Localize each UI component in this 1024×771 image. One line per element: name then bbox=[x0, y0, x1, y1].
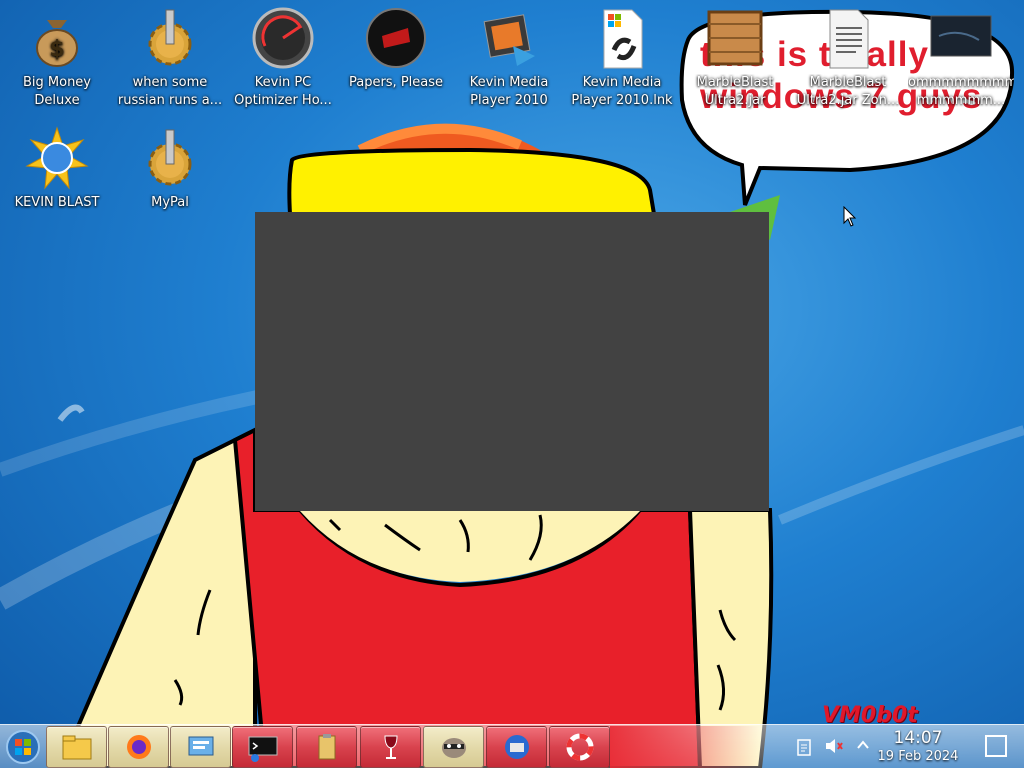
volume-muted-icon[interactable] bbox=[824, 737, 844, 755]
desktop-icon-label: Kevin PC Optimizer Ho... bbox=[234, 75, 332, 108]
desktop-icon-label: MyPal bbox=[151, 195, 189, 210]
desktop-icon-label: when some russian runs a... bbox=[117, 75, 223, 108]
globe-burst-icon bbox=[25, 126, 89, 190]
task-clipboard[interactable] bbox=[296, 726, 357, 768]
firefox-icon bbox=[127, 735, 151, 759]
speedometer-icon bbox=[252, 7, 314, 69]
shortcut-file-icon bbox=[603, 9, 643, 69]
task-lifebuoy[interactable] bbox=[549, 726, 610, 768]
lifebuoy-icon bbox=[566, 733, 594, 761]
image-thumbnail-icon bbox=[930, 15, 992, 57]
desktop-icon-label: Kevin Media Player 2010 bbox=[469, 75, 549, 108]
clipboard-tray-icon[interactable] bbox=[797, 738, 811, 756]
desktop-icon-label: Kevin Media Player 2010.lnk bbox=[571, 75, 673, 108]
desktop-icon-when-some-russian[interactable]: when some russian runs a... bbox=[117, 6, 223, 110]
show-desktop-icon[interactable] bbox=[985, 735, 1007, 757]
money-bag-icon: $ bbox=[36, 20, 78, 67]
task-highlight bbox=[610, 726, 760, 768]
task-wine[interactable] bbox=[360, 726, 421, 768]
desktop-icon-label: KEVIN BLAST bbox=[14, 195, 100, 210]
taskbar-clock[interactable]: 14:07 19 Feb 2024 bbox=[868, 729, 968, 765]
papers-please-icon bbox=[366, 8, 426, 68]
desktop-icon-papers-please[interactable]: Papers, Please bbox=[343, 6, 449, 92]
desktop-icon-big-money-deluxe[interactable]: $ Big Money Deluxe bbox=[4, 6, 110, 110]
desktop-icon-label: Big Money Deluxe bbox=[22, 75, 91, 108]
windows-orb-icon bbox=[6, 730, 40, 764]
svg-text:$: $ bbox=[49, 37, 64, 62]
task-thunderbird[interactable] bbox=[486, 726, 547, 768]
wine-glass-icon bbox=[384, 735, 398, 759]
clipboard-icon bbox=[318, 734, 336, 760]
desktop-icon-kevin-media-player[interactable]: Kevin Media Player 2010 bbox=[456, 6, 562, 110]
desktop-icon-kevin-blast[interactable]: KEVIN BLAST bbox=[4, 126, 110, 212]
terminal-icon bbox=[248, 736, 278, 762]
desktop-icon-label: MarbleBlast Ultra2.jar bbox=[696, 75, 774, 108]
task-terminal[interactable] bbox=[232, 726, 293, 768]
mouse-cursor-icon bbox=[843, 206, 857, 227]
desktop-icon-ommmm[interactable]: ommmmmmmm mmmmmm... bbox=[908, 6, 1014, 110]
clock-date: 19 Feb 2024 bbox=[877, 749, 959, 764]
desktop-icon-marbleblast-zone[interactable]: MarbleBlast Ultra2.jar Zon... bbox=[795, 6, 901, 110]
clock-time: 14:07 bbox=[893, 728, 943, 748]
file-explorer-icon bbox=[62, 735, 92, 760]
control-panel-icon bbox=[188, 736, 214, 756]
film-reel-icon bbox=[483, 14, 535, 66]
desktop-icon-kevin-pc-optimizer[interactable]: Kevin PC Optimizer Ho... bbox=[230, 6, 336, 110]
task-raccoon[interactable] bbox=[423, 726, 484, 768]
desktop-icon-marbleblast-jar[interactable]: MarbleBlast Ultra2.jar bbox=[682, 6, 788, 110]
task-control-panel[interactable] bbox=[170, 726, 231, 768]
gear-icon bbox=[148, 129, 192, 186]
desktop-icon-mypal[interactable]: MyPal bbox=[117, 126, 223, 212]
start-button[interactable] bbox=[4, 727, 42, 767]
redaction-box bbox=[255, 212, 769, 511]
desktop-icon-kevin-media-player-lnk[interactable]: Kevin Media Player 2010.lnk bbox=[569, 6, 675, 110]
thunderbird-icon bbox=[505, 735, 529, 759]
text-file-icon bbox=[829, 9, 869, 69]
wooden-crate-icon bbox=[707, 10, 763, 66]
desktop-icon-label: ommmmmmmm mmmmmm... bbox=[908, 75, 1014, 108]
task-firefox[interactable] bbox=[108, 726, 169, 768]
desktop-icon-label: Papers, Please bbox=[348, 75, 444, 90]
task-file-explorer[interactable] bbox=[46, 726, 107, 768]
desktop[interactable]: this is totally windows 7 guys $ Big Mon… bbox=[0, 0, 1024, 768]
desktop-icon-label: MarbleBlast Ultra2.jar Zon... bbox=[796, 75, 900, 108]
gear-icon bbox=[148, 9, 192, 66]
raccoon-icon bbox=[442, 738, 466, 758]
